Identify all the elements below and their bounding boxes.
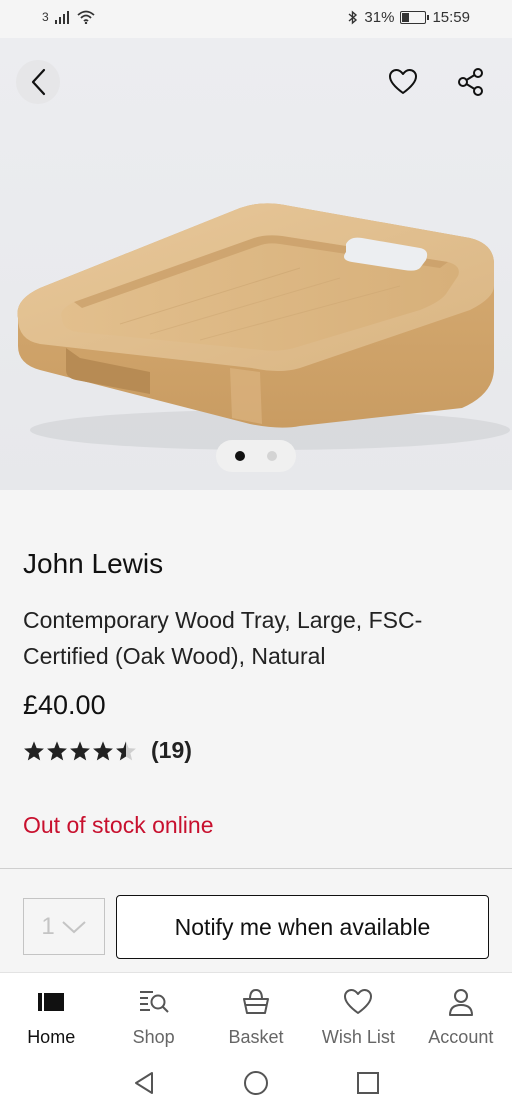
bottom-tab-bar: Home Shop Basket Wish List Account bbox=[0, 972, 512, 1056]
status-bar: 3 31% 15:59 bbox=[0, 0, 512, 38]
tab-label: Shop bbox=[132, 1027, 175, 1047]
square-recents-icon bbox=[357, 1071, 379, 1094]
star-rating bbox=[23, 740, 137, 762]
pager-dot-active[interactable] bbox=[235, 451, 245, 461]
tab-wish-list[interactable]: Wish List bbox=[307, 973, 409, 1056]
quantity-value: 1 bbox=[41, 912, 55, 940]
circle-home-icon bbox=[244, 1070, 268, 1095]
tab-label: Account bbox=[428, 1027, 494, 1047]
star-icon bbox=[70, 740, 90, 760]
star-icon bbox=[93, 740, 113, 760]
product-brand[interactable]: John Lewis bbox=[23, 548, 489, 580]
rating-row[interactable]: (19) bbox=[23, 737, 489, 764]
chevron-left-icon bbox=[31, 68, 46, 96]
tab-home[interactable]: Home bbox=[0, 973, 102, 1056]
heart-icon bbox=[389, 69, 417, 94]
battery-fill bbox=[402, 13, 410, 22]
system-recents-button[interactable] bbox=[353, 1068, 383, 1098]
battery-percent: 31% bbox=[364, 9, 395, 26]
bluetooth-icon bbox=[348, 10, 358, 25]
tab-account[interactable]: Account bbox=[410, 973, 512, 1056]
battery-icon bbox=[400, 11, 430, 24]
system-home-button[interactable] bbox=[241, 1068, 271, 1098]
tab-label: Home bbox=[27, 1027, 76, 1047]
pager-dot[interactable] bbox=[267, 451, 277, 461]
quantity-select[interactable]: 1 bbox=[23, 898, 105, 955]
person-icon bbox=[446, 987, 476, 1017]
star-icon bbox=[116, 740, 136, 760]
tab-shop[interactable]: Shop bbox=[102, 973, 204, 1056]
heart-icon bbox=[343, 987, 373, 1017]
tab-basket[interactable]: Basket bbox=[205, 973, 307, 1056]
triangle-back-icon bbox=[135, 1071, 153, 1094]
product-title: Contemporary Wood Tray, Large, FSC-Certi… bbox=[23, 607, 423, 669]
system-back-button[interactable] bbox=[129, 1068, 159, 1098]
product-image bbox=[17, 203, 510, 450]
stock-status: Out of stock online bbox=[23, 812, 214, 838]
chevron-down-icon bbox=[61, 920, 86, 933]
product-details: John Lewis Contemporary Wood Tray, Large… bbox=[23, 548, 489, 839]
product-price: £40.00 bbox=[23, 690, 106, 720]
notify-me-button[interactable]: Notify me when available bbox=[116, 895, 489, 959]
clock: 15:59 bbox=[432, 9, 470, 26]
tab-label: Basket bbox=[228, 1027, 284, 1047]
status-left: 3 bbox=[42, 10, 95, 24]
system-nav-bar bbox=[0, 1056, 512, 1109]
product-image-carousel[interactable] bbox=[0, 38, 512, 490]
basket-icon bbox=[241, 987, 271, 1017]
add-to-wishlist-button[interactable] bbox=[381, 60, 425, 104]
home-icon bbox=[36, 987, 66, 1017]
share-button[interactable] bbox=[449, 60, 493, 104]
star-icon bbox=[24, 740, 44, 760]
signal-icon bbox=[54, 11, 69, 24]
divider bbox=[0, 868, 512, 869]
tab-label: Wish List bbox=[321, 1027, 395, 1047]
carrier-label: 3 bbox=[42, 10, 49, 24]
image-pager[interactable] bbox=[216, 440, 296, 472]
review-count[interactable]: (19) bbox=[151, 737, 192, 764]
share-icon bbox=[458, 68, 483, 96]
search-list-icon bbox=[139, 987, 169, 1017]
star-icon bbox=[47, 740, 67, 760]
wifi-icon bbox=[77, 10, 95, 24]
status-right: 31% 15:59 bbox=[348, 9, 470, 26]
back-button[interactable] bbox=[16, 60, 60, 104]
